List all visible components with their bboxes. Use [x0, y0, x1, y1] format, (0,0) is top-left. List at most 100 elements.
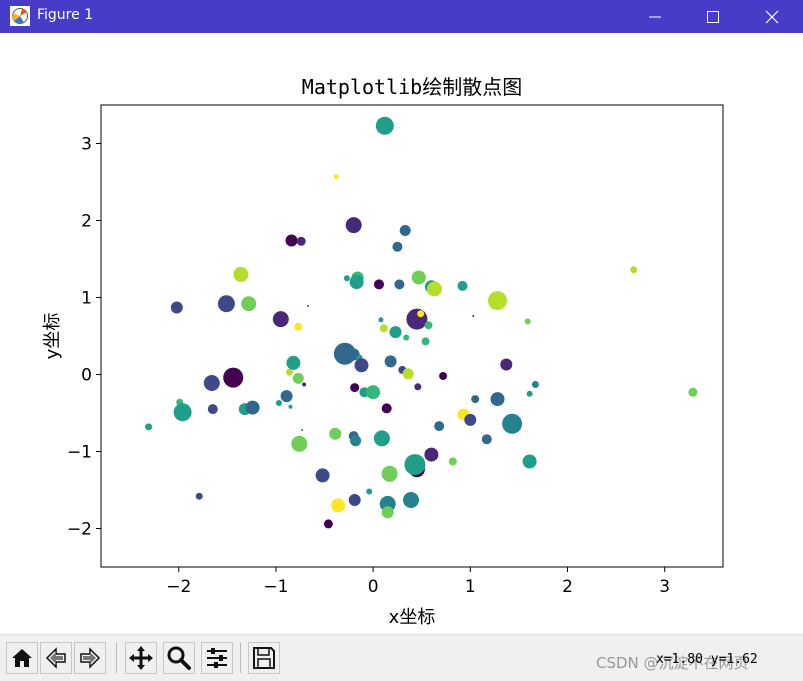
scatter-point	[406, 308, 428, 330]
scatter-point	[173, 403, 192, 422]
minimize-icon	[649, 16, 661, 17]
scatter-point	[524, 318, 531, 325]
scatter-point	[350, 383, 360, 393]
home-icon	[12, 649, 32, 667]
scatter-point	[333, 174, 339, 180]
scatter-point	[348, 494, 361, 506]
scatter-point	[500, 358, 513, 371]
scatter-point	[280, 390, 293, 403]
scatter-point	[381, 465, 398, 482]
x-axis-label: x坐标	[389, 607, 436, 628]
scatter-point	[233, 266, 249, 282]
scatter-point	[275, 400, 282, 406]
matplotlib-app-icon	[10, 6, 30, 26]
scatter-chart[interactable]: Matplotlib绘制散点图 −2 −1 0 1 2 3 −2 −1 0 1 2 3 x坐标 y坐…	[0, 33, 803, 634]
scatter-point	[345, 217, 362, 234]
back-button[interactable]	[40, 642, 72, 674]
scatter-point	[329, 427, 342, 440]
scatter-point	[464, 413, 477, 426]
scatter-point	[245, 400, 260, 415]
scatter-point	[417, 310, 425, 318]
scatter-point	[343, 275, 350, 282]
scatter-point	[472, 315, 475, 317]
scatter-point	[331, 498, 346, 513]
scatter-point	[241, 296, 257, 312]
title-bar[interactable]: Figure 1	[0, 0, 803, 33]
y-tick-label: 0	[81, 366, 92, 386]
scatter-point	[315, 468, 330, 483]
y-axis-ticks: −2 −1 0 1 2 3	[67, 135, 101, 540]
scatter-point	[389, 326, 402, 339]
scatter-point	[145, 423, 153, 431]
x-tick-label: 2	[562, 577, 573, 597]
scatter-point	[471, 395, 480, 404]
scatter-point	[688, 387, 698, 397]
maximize-icon	[707, 10, 719, 23]
scatter-point	[424, 321, 433, 330]
scatter-point	[285, 234, 298, 247]
configure-subplots-button[interactable]	[201, 642, 233, 674]
configure-subplots-icon	[207, 648, 227, 668]
scatter-point	[323, 519, 333, 529]
close-button[interactable]	[745, 0, 799, 33]
scatter-point	[366, 385, 381, 400]
scatter-point	[384, 355, 397, 368]
save-button[interactable]	[248, 642, 280, 674]
scatter-point	[217, 295, 235, 313]
figure-window: Figure 1 Matplotlib绘制散点图 −2 −1 0 1 2 3 −2 −1 0 1…	[0, 0, 803, 681]
scatter-point	[434, 421, 445, 432]
minimize-button[interactable]	[628, 0, 682, 33]
y-tick-label: 2	[81, 212, 92, 232]
scatter-point	[296, 236, 306, 246]
chart-title: Matplotlib绘制散点图	[302, 75, 522, 99]
scatter-point	[448, 457, 457, 466]
scatter-point	[403, 492, 419, 508]
maximize-button[interactable]	[686, 0, 740, 33]
zoom-button[interactable]	[163, 642, 195, 674]
scatter-point	[457, 280, 468, 291]
y-tick-label: 1	[81, 289, 92, 309]
x-tick-label: 3	[659, 577, 670, 597]
scatter-point	[294, 322, 303, 331]
scatter-point	[522, 454, 537, 469]
scatter-point	[502, 413, 523, 434]
pan-button[interactable]	[125, 642, 157, 674]
scatter-point	[301, 428, 304, 431]
scatter-point	[404, 454, 426, 476]
scatter-point	[373, 430, 390, 447]
scatter-point	[392, 241, 403, 252]
scatter-point	[307, 305, 309, 307]
scatter-point	[375, 116, 394, 135]
scatter-point	[381, 403, 392, 414]
x-axis-ticks: −2 −1 0 1 2 3	[166, 567, 670, 597]
scatter-point	[349, 275, 364, 290]
scatter-point	[207, 404, 218, 415]
scatter-point	[374, 279, 384, 290]
x-tick-label: −2	[166, 577, 191, 597]
scatter-point	[531, 381, 539, 388]
y-tick-label: −1	[67, 443, 92, 463]
save-icon	[253, 647, 275, 669]
scatter-point	[288, 404, 293, 409]
scatter-point	[526, 390, 533, 397]
scatter-point	[424, 447, 439, 462]
scatter-point	[403, 334, 410, 341]
scatter-points	[145, 116, 698, 529]
x-tick-label: 0	[368, 577, 379, 597]
scatter-point	[630, 266, 638, 274]
forward-button[interactable]	[74, 642, 106, 674]
forward-icon	[80, 647, 101, 669]
scatter-point	[378, 317, 384, 323]
scatter-point	[302, 382, 307, 387]
scatter-point	[399, 225, 411, 236]
y-axis-label: y坐标	[42, 313, 63, 360]
scatter-point	[292, 372, 304, 384]
y-tick-label: 3	[81, 135, 92, 155]
scatter-point	[402, 368, 414, 380]
window-title: Figure 1	[37, 7, 94, 23]
scatter-point	[286, 368, 293, 376]
scatter-point	[291, 435, 308, 452]
scatter-point	[379, 324, 388, 333]
scatter-point	[272, 311, 289, 328]
home-button[interactable]	[6, 642, 38, 674]
